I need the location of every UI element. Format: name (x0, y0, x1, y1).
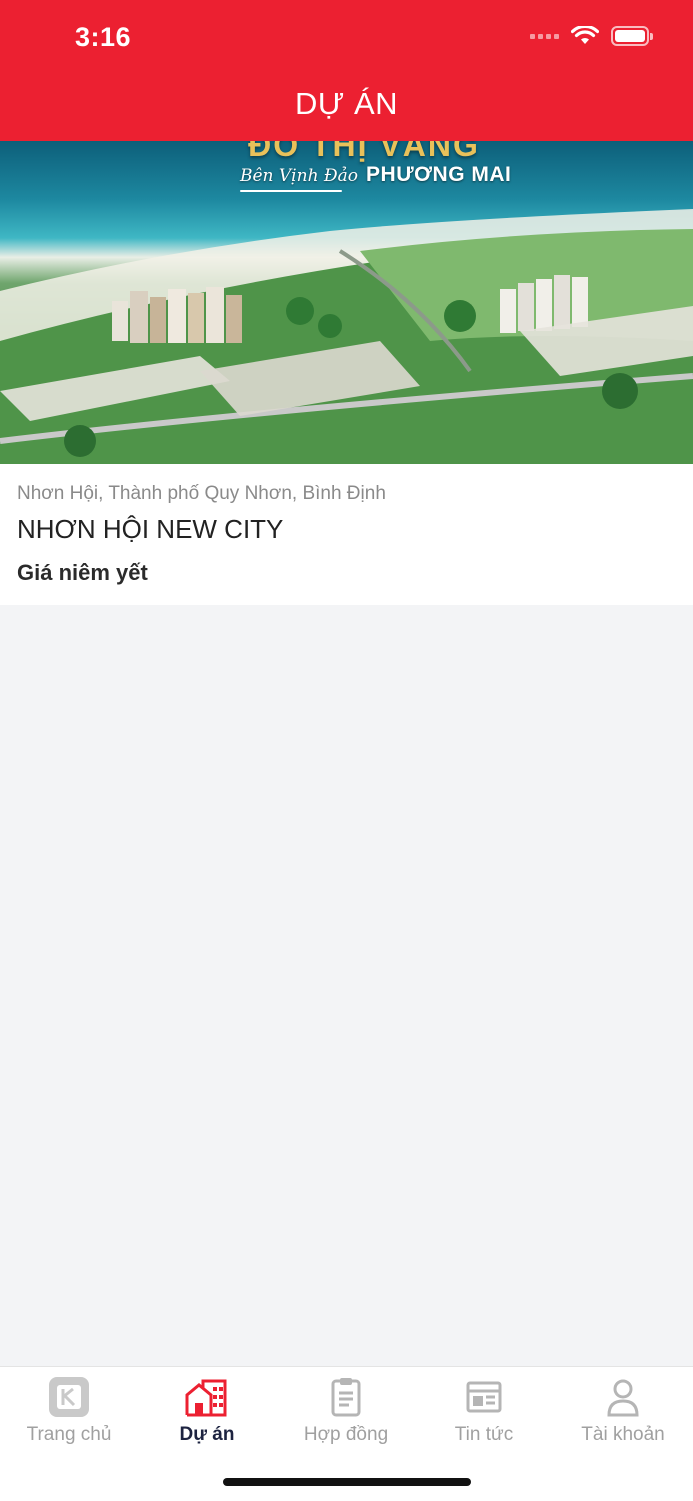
price-label: Giá niêm yết (17, 560, 148, 585)
banner-sub-script: Bên Vịnh Đảo (240, 166, 359, 186)
banner-headline: ĐÔ THỊ VÀNG (248, 141, 480, 163)
tab-account-label: Tài khoản (581, 1424, 665, 1445)
tab-projects-label: Dự án (179, 1424, 235, 1445)
tab-account[interactable]: Tài khoản (554, 1367, 692, 1467)
battery-icon (611, 26, 653, 46)
tab-news-label: Tin tức (454, 1424, 514, 1445)
newspaper-icon (466, 1381, 502, 1413)
tab-contracts[interactable]: Hợp đồng (277, 1367, 415, 1467)
project-banner-image: ĐÔ THỊ VÀNG Bên Vịnh Đảo PHƯƠNG MAI (0, 141, 693, 464)
tab-home-label: Trang chủ (26, 1424, 112, 1445)
tab-contracts-label: Hợp đồng (303, 1424, 389, 1445)
buildings-icon (185, 1379, 227, 1417)
cellular-signal-icon (530, 33, 559, 39)
home-logo-icon (49, 1377, 89, 1417)
tab-news[interactable]: Tin tức (415, 1367, 553, 1467)
banner-subheadline: Bên Vịnh Đảo PHƯƠNG MAI (240, 163, 511, 187)
banner-sub-main: PHƯƠNG MAI (366, 163, 512, 186)
wifi-icon (571, 26, 599, 44)
home-indicator (223, 1478, 471, 1486)
project-location: Nhơn Hội, Thành phố Quy Nhơn, Bình Định (17, 483, 386, 504)
status-time: 3:16 (75, 22, 132, 52)
page-title: DỰ ÁN (294, 86, 399, 121)
banner-underline (240, 190, 342, 192)
app-header: 3:16 DỰ ÁN (0, 0, 693, 141)
project-card[interactable]: ĐÔ THỊ VÀNG Bên Vịnh Đảo PHƯƠNG MAI Nhơn… (0, 141, 693, 605)
clipboard-icon (331, 1378, 361, 1417)
tab-projects[interactable]: Dự án (138, 1367, 276, 1467)
status-icons (530, 26, 653, 46)
user-icon (607, 1379, 639, 1417)
project-name: NHƠN HỘI NEW CITY (17, 514, 284, 544)
tab-home[interactable]: Trang chủ (0, 1367, 138, 1467)
